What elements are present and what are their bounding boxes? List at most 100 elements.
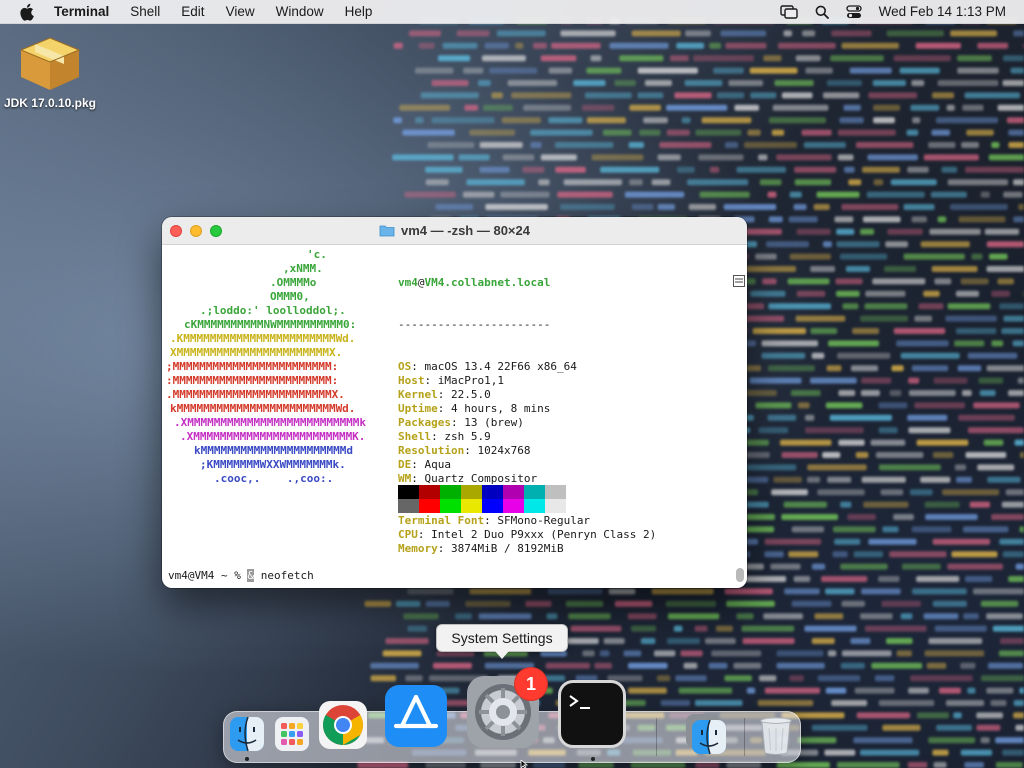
wallpaper-code-stroke bbox=[947, 303, 991, 310]
dock-item-chrome[interactable] bbox=[318, 700, 368, 755]
dock-item-downloads[interactable] bbox=[684, 712, 728, 761]
dock-item-launchpad[interactable] bbox=[274, 716, 310, 757]
wallpaper-code-stroke bbox=[789, 191, 802, 198]
wallpaper-code-stroke bbox=[971, 253, 983, 260]
chrome-icon bbox=[319, 701, 367, 749]
wallpaper-code-stroke bbox=[803, 142, 846, 148]
palette-swatch bbox=[461, 499, 482, 513]
wallpaper-code-stroke bbox=[825, 402, 863, 409]
wallpaper-code-stroke bbox=[640, 638, 656, 644]
wallpaper-code-stroke bbox=[568, 613, 611, 620]
wallpaper-code-stroke bbox=[957, 67, 999, 74]
wallpaper-code-stroke bbox=[954, 464, 967, 471]
wallpaper-code-stroke bbox=[437, 55, 471, 62]
info-colon: : bbox=[424, 374, 438, 387]
wallpaper-code-stroke bbox=[999, 538, 1024, 545]
menu-view[interactable]: View bbox=[226, 4, 255, 19]
wallpaper-code-stroke bbox=[540, 55, 577, 62]
terminal-scrollbar[interactable] bbox=[736, 568, 744, 582]
wallpaper-code-stroke bbox=[759, 179, 782, 186]
info-row: CPU: Intel 2 Duo P9xxx (Penryn Class 2) bbox=[398, 528, 656, 542]
wallpaper-code-stroke bbox=[848, 179, 862, 186]
wallpaper-code-stroke bbox=[891, 365, 904, 372]
wallpaper-code-stroke bbox=[988, 662, 1024, 669]
wallpaper-code-stroke bbox=[859, 613, 893, 620]
info-colon: : bbox=[450, 416, 465, 429]
wallpaper-code-stroke bbox=[827, 650, 837, 657]
info-key: Uptime bbox=[398, 402, 438, 415]
wallpaper-code-stroke bbox=[951, 551, 998, 558]
wallpaper-code-stroke bbox=[817, 675, 861, 682]
info-row: Terminal Font: SFMono-Regular bbox=[398, 514, 656, 528]
finder-icon bbox=[230, 716, 264, 752]
control-center-icon[interactable] bbox=[846, 4, 862, 19]
dock-item-terminal[interactable] bbox=[557, 679, 627, 754]
info-value: 4 hours, 8 mins bbox=[451, 402, 551, 415]
wallpaper-code-stroke bbox=[573, 80, 606, 86]
menu-edit[interactable]: Edit bbox=[181, 4, 204, 19]
wallpaper-code-stroke bbox=[546, 613, 558, 620]
wallpaper-code-stroke bbox=[415, 117, 424, 124]
wallpaper-code-stroke bbox=[773, 476, 802, 483]
tooltip-arrow bbox=[495, 651, 509, 659]
wallpaper-code-stroke bbox=[824, 749, 856, 756]
wallpaper-code-stroke bbox=[530, 142, 542, 148]
terminal-titlebar[interactable]: vm4 — -zsh — 80×24 bbox=[162, 217, 747, 245]
menu-app-terminal[interactable]: Terminal bbox=[54, 4, 109, 19]
spotlight-search-icon[interactable] bbox=[815, 5, 829, 19]
mouse-pointer-icon bbox=[520, 760, 529, 768]
wallpaper-code-stroke bbox=[674, 92, 712, 99]
wallpaper-code-stroke bbox=[811, 638, 835, 644]
wallpaper-code-stroke bbox=[860, 228, 875, 235]
wallpaper-code-stroke bbox=[907, 166, 929, 173]
menu-window[interactable]: Window bbox=[276, 4, 324, 19]
dock-item-trash[interactable] bbox=[758, 716, 794, 761]
wallpaper-code-stroke bbox=[584, 92, 632, 99]
wallpaper-code-stroke bbox=[853, 551, 883, 558]
wallpaper-code-stroke bbox=[805, 67, 833, 74]
wallpaper-code-stroke bbox=[599, 650, 610, 657]
wallpaper-code-stroke bbox=[986, 266, 1024, 272]
launchpad-icon bbox=[275, 717, 309, 751]
menu-bar-clock[interactable]: Wed Feb 14 1:13 PM bbox=[879, 4, 1006, 19]
wallpaper-code-stroke bbox=[758, 427, 789, 434]
wallpaper-code-stroke bbox=[395, 600, 421, 607]
wallpaper-code-stroke bbox=[878, 700, 935, 706]
palette-swatch bbox=[482, 499, 503, 513]
terminal-content[interactable]: 'c. ,xNMM. .OMMMMo OMMM0, .;loddo:' loollodd… bbox=[162, 245, 747, 588]
wallpaper-code-stroke bbox=[916, 576, 960, 582]
wallpaper-code-stroke bbox=[399, 104, 451, 111]
wallpaper-code-stroke bbox=[666, 638, 700, 644]
wallpaper-code-stroke bbox=[937, 216, 947, 223]
wallpaper-code-stroke bbox=[628, 687, 667, 694]
apple-menu-icon[interactable] bbox=[18, 2, 38, 22]
dock-item-app-store[interactable] bbox=[384, 684, 448, 753]
wallpaper-code-stroke bbox=[764, 538, 822, 545]
wallpaper-code-stroke bbox=[896, 340, 949, 347]
dock-item-finder[interactable] bbox=[229, 716, 265, 757]
terminal-window[interactable]: vm4 — -zsh — 80×24 'c. ,xNMM. .OMMMMo OMMM0… bbox=[162, 217, 747, 588]
wallpaper-code-stroke bbox=[934, 625, 987, 632]
ascii-logo-line: ,xNMM. bbox=[283, 262, 323, 275]
wallpaper-code-stroke bbox=[929, 228, 981, 235]
wallpaper-code-stroke bbox=[669, 55, 689, 62]
wallpaper-code-stroke bbox=[684, 80, 723, 86]
wallpaper-code-stroke bbox=[958, 216, 1006, 223]
wallpaper-code-stroke bbox=[822, 452, 841, 458]
shell-prompt-line[interactable]: vm4@VM4 ~ % & neofetch bbox=[168, 569, 314, 583]
split-pane-icon[interactable] bbox=[733, 275, 745, 287]
wallpaper-code-stroke bbox=[932, 600, 967, 607]
wallpaper-code-stroke bbox=[393, 42, 403, 49]
wallpaper-code-stroke bbox=[776, 154, 832, 161]
wallpaper-code-stroke bbox=[385, 638, 429, 644]
menu-shell[interactable]: Shell bbox=[130, 4, 160, 19]
screen-mirroring-icon[interactable] bbox=[779, 4, 798, 19]
wallpaper-code-stroke bbox=[814, 613, 844, 620]
wallpaper-code-stroke bbox=[903, 253, 965, 260]
wallpaper-code-stroke bbox=[477, 80, 491, 86]
menu-help[interactable]: Help bbox=[345, 4, 373, 19]
desktop-icon-jdk-package[interactable]: JDK 17.0.10.pkg bbox=[0, 34, 100, 124]
info-row: Shell: zsh 5.9 bbox=[398, 430, 656, 444]
wallpaper-code-stroke bbox=[887, 228, 923, 235]
wallpaper-code-stroke bbox=[687, 179, 749, 186]
